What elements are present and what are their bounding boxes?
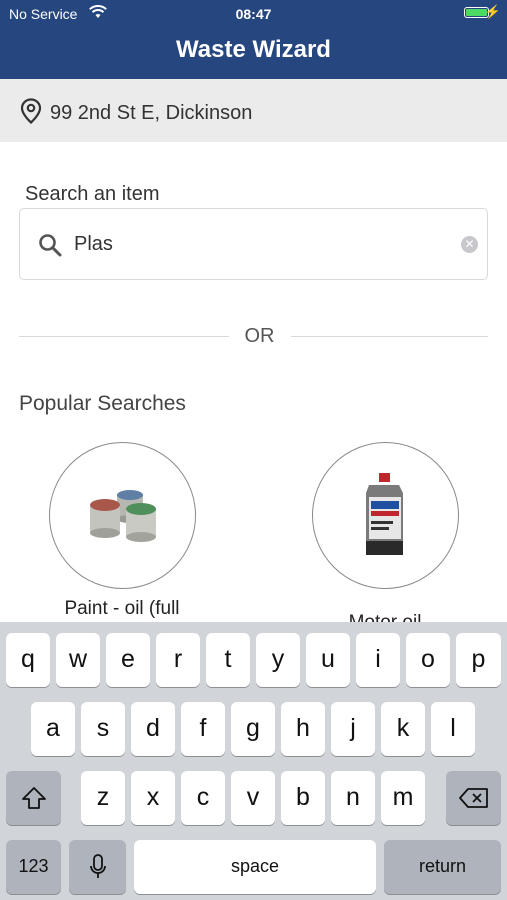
key-s[interactable]: s: [81, 702, 125, 756]
microphone-icon: [89, 854, 106, 879]
shift-icon: [21, 787, 46, 810]
clear-search-icon[interactable]: ✕: [461, 236, 478, 253]
key-c[interactable]: c: [181, 771, 225, 825]
dictation-key[interactable]: [69, 840, 126, 894]
key-y[interactable]: y: [256, 633, 300, 687]
return-key[interactable]: return: [384, 840, 501, 894]
key-a[interactable]: a: [31, 702, 75, 756]
backspace-icon: [458, 788, 488, 809]
key-x[interactable]: x: [131, 771, 175, 825]
key-p[interactable]: p: [456, 633, 501, 687]
key-l[interactable]: l: [431, 702, 475, 756]
key-r[interactable]: r: [156, 633, 200, 687]
location-bar[interactable]: 99 2nd St E, Dickinson: [0, 79, 507, 142]
search-label: Search an item: [25, 183, 160, 205]
key-u[interactable]: u: [306, 633, 350, 687]
key-f[interactable]: f: [181, 702, 225, 756]
key-v[interactable]: v: [231, 771, 275, 825]
key-k[interactable]: k: [381, 702, 425, 756]
search-icon: [38, 233, 62, 262]
key-w[interactable]: w: [56, 633, 100, 687]
key-i[interactable]: i: [356, 633, 400, 687]
clock: 08:47: [235, 6, 272, 22]
divider-right: [291, 336, 488, 337]
location-pin-icon: [20, 98, 42, 129]
search-input[interactable]: [74, 229, 444, 259]
popular-item-paint-label: Paint - oil (full: [64, 598, 180, 619]
shift-key[interactable]: [6, 771, 61, 825]
key-g[interactable]: g: [231, 702, 275, 756]
location-address: 99 2nd St E, Dickinson: [50, 102, 253, 124]
key-z[interactable]: z: [81, 771, 125, 825]
charging-icon: ⚡: [484, 4, 501, 19]
key-b[interactable]: b: [281, 771, 325, 825]
key-n[interactable]: n: [331, 771, 375, 825]
numbers-key[interactable]: 123: [6, 840, 61, 894]
status-bar: No Service 08:47 ⚡: [0, 0, 507, 28]
key-j[interactable]: j: [331, 702, 375, 756]
key-e[interactable]: e: [106, 633, 150, 687]
page-title: Waste Wizard: [176, 36, 331, 63]
on-screen-keyboard: q w e r t y u i o p a s d f g h j k l z …: [0, 622, 507, 900]
key-t[interactable]: t: [206, 633, 250, 687]
key-o[interactable]: o: [406, 633, 450, 687]
key-h[interactable]: h: [281, 702, 325, 756]
key-q[interactable]: q: [6, 633, 50, 687]
popular-item-motor-oil[interactable]: [312, 442, 459, 589]
motor-oil-bottle-icon: [366, 473, 403, 555]
search-field[interactable]: ✕: [19, 208, 488, 280]
space-key[interactable]: space: [134, 840, 376, 894]
key-d[interactable]: d: [131, 702, 175, 756]
popular-searches-heading: Popular Searches: [19, 392, 186, 415]
key-m[interactable]: m: [381, 771, 425, 825]
delete-key[interactable]: [446, 771, 501, 825]
popular-item-paint[interactable]: [49, 442, 196, 589]
app-header: No Service 08:47 ⚡ Waste Wizard: [0, 0, 507, 79]
paint-cans-icon: [90, 490, 156, 542]
